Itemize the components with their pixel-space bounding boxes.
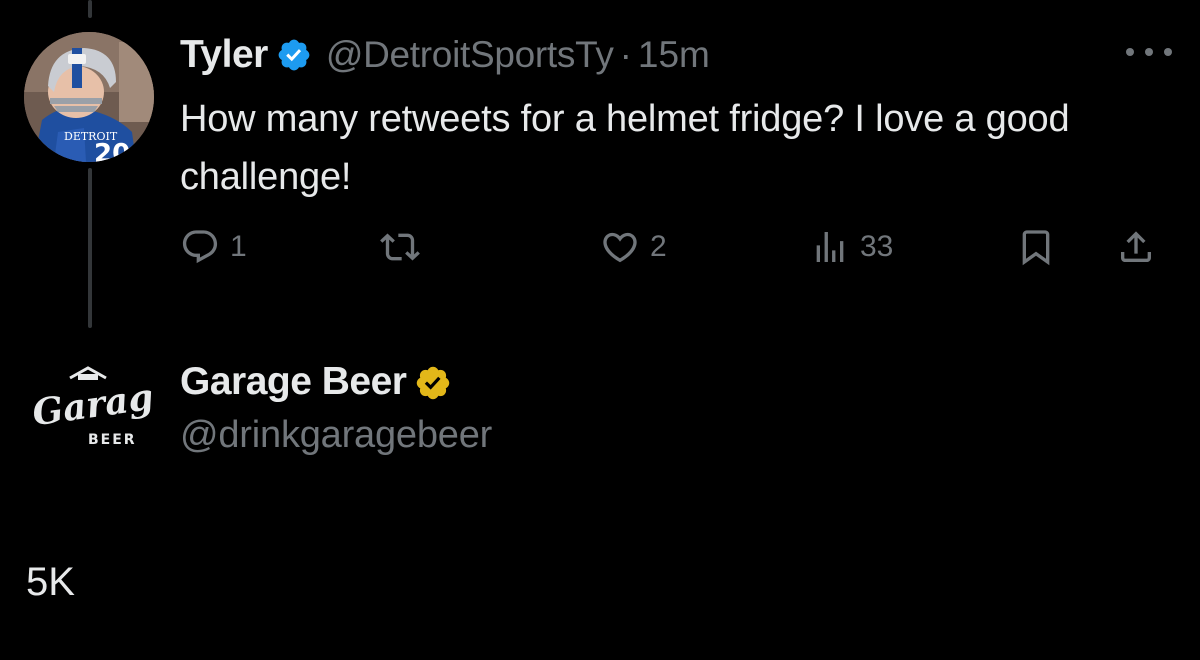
gold-verified-badge-icon bbox=[414, 364, 450, 400]
logo-subtext: BEER bbox=[88, 432, 137, 448]
tweet-actions: 1 2 33 bbox=[180, 220, 1170, 274]
retweet-icon bbox=[380, 227, 420, 267]
share-icon bbox=[1116, 227, 1156, 267]
more-options-icon[interactable] bbox=[1126, 40, 1172, 64]
reply-count: 1 bbox=[230, 230, 247, 263]
heart-icon bbox=[600, 227, 640, 267]
bookmark-button[interactable] bbox=[1016, 220, 1056, 274]
reply-icon bbox=[180, 227, 220, 267]
like-count: 2 bbox=[650, 230, 667, 263]
views-button[interactable]: 33 bbox=[810, 220, 893, 274]
reply-text: 5K bbox=[26, 560, 75, 604]
author-name[interactable]: Tyler bbox=[180, 33, 268, 77]
separator-dot: · bbox=[619, 34, 632, 75]
tweet-text: How many retweets for a helmet fridge? I… bbox=[180, 98, 1070, 198]
share-button[interactable] bbox=[1116, 220, 1156, 274]
reply-author-handle[interactable]: @drinkgaragebeer bbox=[180, 414, 492, 457]
retweet-button[interactable] bbox=[380, 220, 430, 274]
like-button[interactable]: 2 bbox=[600, 220, 667, 274]
jersey-number: 20 bbox=[94, 139, 130, 162]
timestamp[interactable]: 15m bbox=[638, 34, 710, 76]
thread-line-top bbox=[88, 0, 92, 18]
bookmark-icon bbox=[1016, 227, 1056, 267]
logo-wordmark: Garage bbox=[30, 373, 152, 435]
thread-line bbox=[88, 168, 92, 328]
reply-author-name[interactable]: Garage Beer bbox=[180, 360, 407, 404]
reply-header: Garage Beer bbox=[180, 356, 450, 408]
verified-badge-icon bbox=[276, 37, 312, 73]
reply-button[interactable]: 1 bbox=[180, 220, 247, 274]
tyler-avatar[interactable]: DETROIT 20 bbox=[24, 32, 154, 162]
analytics-icon bbox=[810, 227, 850, 267]
tweet-header: Tyler @DetroitSportsTy · 15m bbox=[180, 30, 710, 80]
views-count: 33 bbox=[860, 230, 894, 263]
garage-beer-logo[interactable]: Garage BEER bbox=[26, 360, 152, 450]
author-handle[interactable]: @DetroitSportsTy bbox=[326, 34, 614, 76]
